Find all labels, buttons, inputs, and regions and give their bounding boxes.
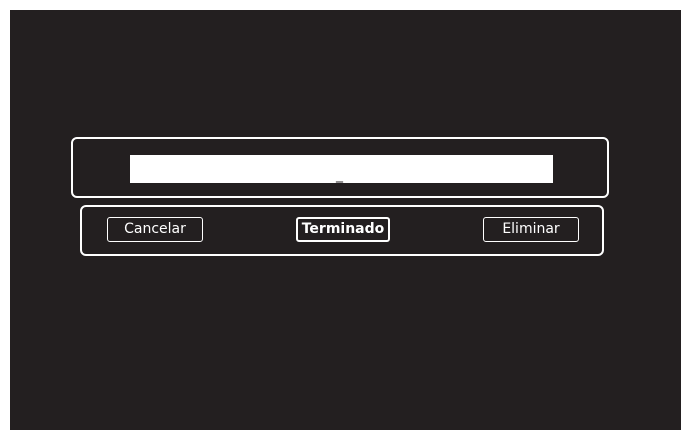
done-button[interactable]: Terminado: [296, 217, 390, 242]
delete-button[interactable]: Eliminar: [483, 217, 579, 242]
tv-screen: _ Cancelar Terminado Eliminar: [10, 10, 681, 430]
cancel-button[interactable]: Cancelar: [107, 217, 203, 242]
text-cursor: _: [336, 167, 343, 183]
